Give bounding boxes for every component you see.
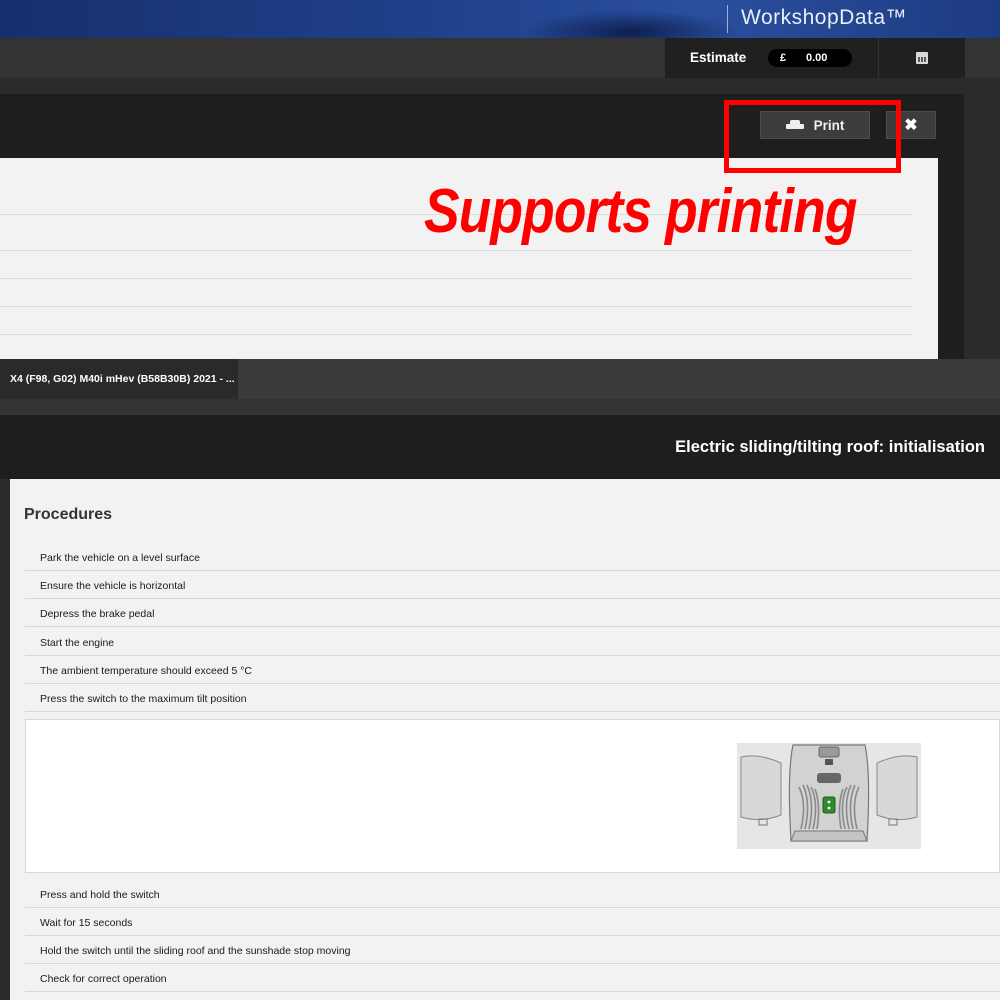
app-banner: WorkshopData™ bbox=[0, 0, 1000, 38]
roof-switch-diagram bbox=[737, 743, 921, 849]
currency-symbol: £ bbox=[779, 52, 787, 64]
preview-rule bbox=[0, 250, 912, 251]
estimate-total: £ 0.00 bbox=[768, 49, 852, 67]
estimate-label: Estimate bbox=[690, 50, 747, 65]
section-title: Procedures bbox=[24, 506, 113, 523]
document-title: Electric sliding/tilting roof: initialis… bbox=[675, 438, 985, 456]
procedure-step: Wait for 15 seconds bbox=[25, 908, 1000, 936]
brand-separator bbox=[727, 5, 728, 33]
estimate-value: 0.00 bbox=[806, 52, 828, 64]
procedure-step: Park the vehicle on a level surface bbox=[25, 543, 1000, 571]
breadcrumb-bar: X4 (F98, G02) M40i mHev (B58B30B) 2021 -… bbox=[0, 359, 1000, 399]
close-icon: ✖ bbox=[904, 117, 918, 134]
print-highlight-box bbox=[724, 100, 901, 173]
estimate-widget[interactable]: Estimate £ 0.00 bbox=[665, 38, 878, 78]
procedure-step: Depress the brake pedal bbox=[25, 599, 1000, 627]
document-header: Electric sliding/tilting roof: initialis… bbox=[0, 415, 1000, 479]
preview-rule bbox=[0, 278, 912, 279]
promo-caption: Supports printing bbox=[424, 177, 857, 246]
divider-strip bbox=[0, 399, 1000, 415]
procedure-step: Press and hold the switch bbox=[25, 880, 1000, 908]
figure-panel bbox=[25, 719, 1000, 873]
brand-logo: WorkshopData™ bbox=[741, 6, 908, 29]
procedure-step: Check for correct operation bbox=[25, 964, 1000, 992]
document-body: Procedures Park the vehicle on a level s… bbox=[10, 479, 1000, 1000]
banner-glow bbox=[520, 10, 740, 38]
estimate-bar: Estimate £ 0.00 bbox=[0, 38, 1000, 78]
vehicle-tab[interactable]: X4 (F98, G02) M40i mHev (B58B30B) 2021 -… bbox=[0, 359, 238, 399]
preview-rule bbox=[0, 334, 912, 335]
procedure-step: Press the switch to the maximum tilt pos… bbox=[25, 684, 1000, 712]
calculator-icon bbox=[916, 52, 928, 64]
preview-rule bbox=[0, 306, 912, 307]
procedure-step: Hold the switch until the sliding roof a… bbox=[25, 936, 1000, 964]
procedure-step: Ensure the vehicle is horizontal bbox=[25, 571, 1000, 599]
calculator-button[interactable] bbox=[879, 38, 965, 78]
procedure-step: Start the engine bbox=[25, 628, 1000, 656]
procedure-step: The ambient temperature should exceed 5 … bbox=[25, 656, 1000, 684]
